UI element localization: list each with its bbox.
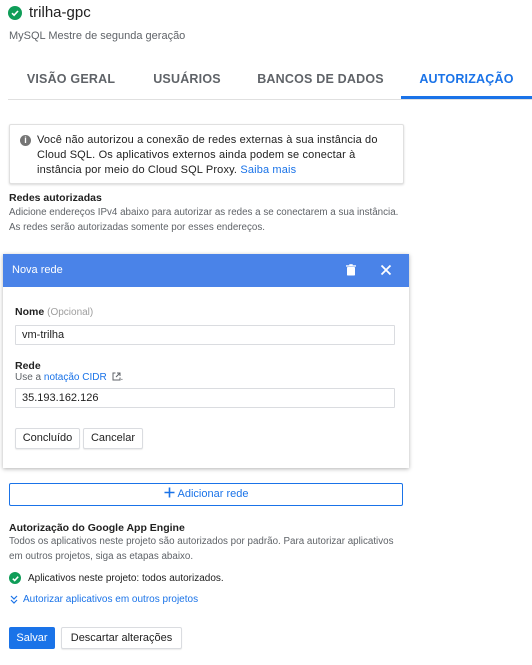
discard-changes-button[interactable]: Descartar alterações [61,627,182,649]
app-engine-heading: Autorização do Google App Engine [9,522,185,534]
card-header: Nova rede [3,254,409,287]
external-link-icon [112,372,120,381]
done-button[interactable]: Concluído [15,428,80,449]
info-message: Você não autorizou a conexão de redes ex… [37,134,378,176]
check-circle-icon [9,572,21,584]
double-chevron-down-icon [10,595,18,604]
tab-users[interactable]: USUÁRIOS [134,62,240,96]
app-engine-description: Todos os aplicativos neste projeto são a… [9,536,394,562]
plus-icon [164,487,175,498]
app-engine-status: Aplicativos neste projeto: todos autoriz… [9,572,224,584]
network-input[interactable] [15,388,395,408]
name-input[interactable] [15,325,395,345]
info-box: i Você não autorizou a conexão de redes … [9,124,404,184]
add-network-label: Adicionar rede [177,488,249,500]
instance-name: trilha-gpc [29,4,91,21]
cidr-notation-link[interactable]: notação CIDR [44,372,107,383]
trash-icon[interactable] [344,263,358,277]
tab-overview[interactable]: VISÃO GERAL [8,62,134,96]
authorize-other-projects-toggle[interactable]: Autorizar aplicativos em outros projetos [10,594,198,605]
cancel-button[interactable]: Cancelar [83,428,143,449]
tab-authorization[interactable]: AUTORIZAÇÃO [401,62,532,96]
network-label: Rede [15,360,41,372]
cidr-hint-prefix: Use a [15,372,44,383]
info-icon: i [20,135,31,146]
name-label: Nome (Opcional) [15,306,93,318]
new-network-card: Nova rede Nome (Opcional) Rede Use a not… [3,254,409,468]
tab-databases[interactable]: BANCOS DE DADOS [240,62,401,96]
instance-title-row: trilha-gpc [8,4,91,21]
check-circle-icon [8,5,22,20]
authorized-networks-heading: Redes autorizadas [9,192,102,204]
app-engine-status-text: Aplicativos neste projeto: todos autoriz… [28,572,224,584]
save-button[interactable]: Salvar [9,627,55,649]
authorize-other-projects-link: Autorizar aplicativos em outros projetos [23,594,199,605]
learn-more-link[interactable]: Saiba mais [240,164,296,176]
name-label-text: Nome [15,306,45,318]
info-box-frame: i Você não autorizou a conexão de redes … [9,124,404,184]
add-network-button[interactable]: Adicionar rede [9,483,403,506]
cidr-hint-suffix: . [120,372,124,383]
info-text: Você não autorizou a conexão de redes ex… [37,133,397,178]
active-tab-indicator [401,96,532,99]
close-icon[interactable] [379,263,393,277]
card-title: Nova rede [12,264,63,276]
optional-hint: (Opcional) [47,307,94,318]
tab-bar: VISÃO GERAL USUÁRIOS BANCOS DE DADOS AUT… [0,62,532,100]
instance-subtitle: MySQL Mestre de segunda geração [9,30,186,42]
cidr-hint: Use a notação CIDR . [15,372,123,383]
tabs-divider [8,99,532,100]
authorized-networks-description: Adicione endereços IPv4 abaixo para auto… [9,207,399,233]
